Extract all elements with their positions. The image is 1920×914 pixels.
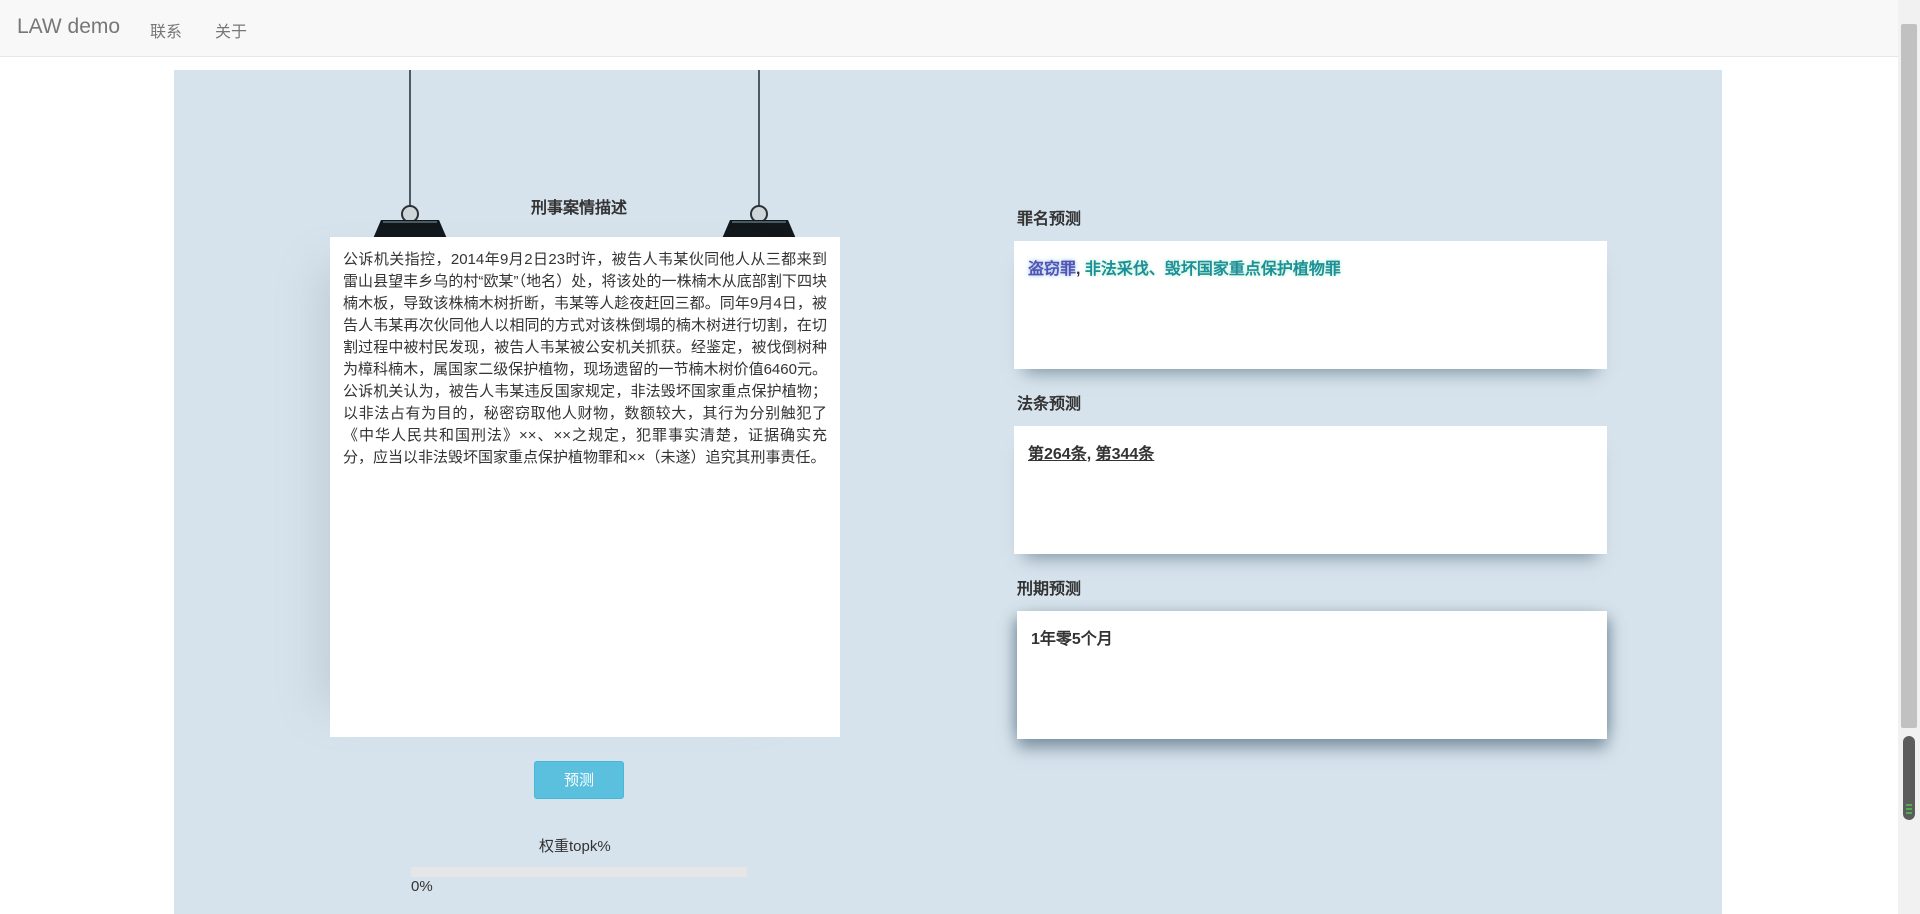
weight-topk-slider[interactable] [411, 867, 747, 877]
law-separator: , [1086, 446, 1096, 463]
nav-link-contact[interactable]: 联系 [150, 18, 182, 42]
case-section-title: 刑事案情描述 [531, 200, 628, 217]
law-prediction-card: 第264条, 第344条 [1014, 426, 1607, 554]
navbar: LAW demo 联系 关于 [0, 0, 1898, 57]
scrollbar-grip-icon [1906, 808, 1912, 810]
law-prediction-title: 法条预测 [1017, 396, 1082, 413]
brand-link[interactable]: LAW demo [17, 15, 120, 39]
crime-tag-plant-destruction[interactable]: 非法采伐、毁坏国家重点保护植物罪 [1085, 261, 1341, 278]
lamp-wire [409, 70, 411, 206]
crime-tag-theft[interactable]: 盗窃罪 [1028, 261, 1076, 278]
nav-link-about[interactable]: 关于 [215, 18, 247, 42]
crime-prediction-value: 盗窃罪, 非法采伐、毁坏国家重点保护植物罪 [1028, 255, 1341, 279]
case-description-text[interactable]: 公诉机关指控，2014年9月2日23时许，被告人韦某伙同他人从三都来到雷山县望丰… [343, 249, 827, 469]
term-prediction-title: 刑期预测 [1017, 581, 1082, 598]
scrollbar-track[interactable] [1901, 24, 1917, 728]
predict-button[interactable]: 预测 [534, 761, 624, 799]
crime-separator: , [1076, 261, 1085, 278]
crime-prediction-title: 罪名预测 [1017, 211, 1082, 228]
weight-topk-label: 权重topk% [539, 838, 611, 855]
term-prediction-card: 1年零5个月 [1017, 611, 1607, 739]
main-stage: 刑事案情描述 公诉机关指控，2014年9月2日23时许，被告人韦某伙同他人从三都… [174, 70, 1722, 914]
case-description-textarea[interactable]: 公诉机关指控，2014年9月2日23时许，被告人韦某伙同他人从三都来到雷山县望丰… [330, 237, 840, 737]
crime-prediction-card: 盗窃罪, 非法采伐、毁坏国家重点保护植物罪 [1014, 241, 1607, 369]
law-article-264-link[interactable]: 第264条 [1028, 446, 1087, 463]
scrollbar-thumb[interactable] [1903, 736, 1915, 820]
law-article-344-link[interactable]: 第344条 [1096, 446, 1155, 463]
term-prediction-value: 1年零5个月 [1031, 631, 1113, 648]
law-prediction-value: 第264条, 第344条 [1028, 440, 1154, 464]
scrollbar-grip-icon [1906, 804, 1912, 806]
lamp-wire [758, 70, 760, 206]
page-scrollbar[interactable] [1898, 0, 1920, 914]
weight-topk-value: 0% [411, 878, 433, 895]
scrollbar-grip-icon [1906, 812, 1912, 814]
